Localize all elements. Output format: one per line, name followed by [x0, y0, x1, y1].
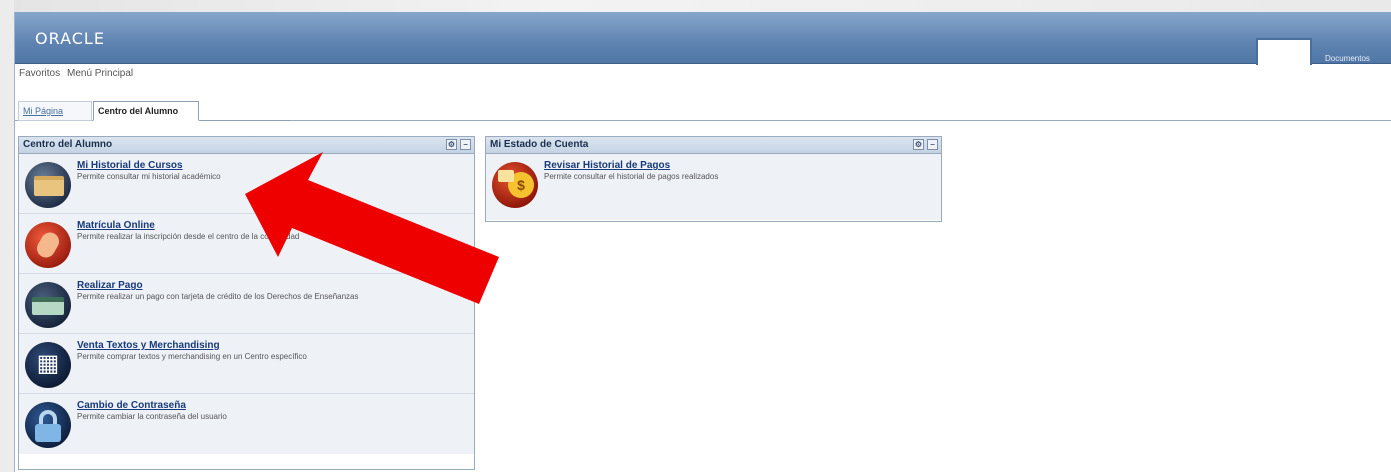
header-bar: ORACLE Documentos — [15, 12, 1391, 78]
list-item: Realizar Pago Permite realizar un pago c… — [19, 274, 474, 334]
list-item: ▦ Venta Textos y Merchandising Permite c… — [19, 334, 474, 394]
tab-mi-pagina[interactable]: Mi Página — [18, 101, 92, 121]
menu-principal[interactable]: Menú Principal — [67, 68, 133, 79]
item-link-cambio-contrasena[interactable]: Cambio de Contraseña — [77, 400, 186, 411]
pagelet-header: Centro del Alumno ⚙ − — [19, 137, 474, 154]
list-item: Matrícula Online Permite realizar la ins… — [19, 214, 474, 274]
item-desc: Permite cambiar la contraseña del usuari… — [77, 412, 227, 421]
pagelet-mi-estado-de-cuenta: Mi Estado de Cuenta ⚙ − $ Revisar Histor… — [485, 136, 942, 222]
item-desc: Permite consultar el historial de pagos … — [544, 172, 719, 181]
tab-divider — [200, 120, 290, 121]
oracle-logo: ORACLE — [35, 29, 105, 48]
tab-centro-del-alumno[interactable]: Centro del Alumno — [93, 101, 199, 121]
menu-row: Favoritos Menú Principal — [15, 65, 1391, 83]
pagelet-header: Mi Estado de Cuenta ⚙ − — [486, 137, 941, 154]
minimize-icon[interactable]: − — [460, 139, 471, 150]
item-desc: Permite comprar textos y merchandising e… — [77, 352, 307, 361]
list-item: Cambio de Contraseña Permite cambiar la … — [19, 394, 474, 454]
item-link-historial-pagos[interactable]: Revisar Historial de Pagos — [544, 160, 670, 171]
header-link[interactable]: Documentos — [1325, 54, 1370, 63]
item-link-realizar-pago[interactable]: Realizar Pago — [77, 280, 143, 291]
shopping-cart-icon[interactable]: ▦ — [25, 342, 71, 388]
pagelet-title: Mi Estado de Cuenta — [490, 139, 589, 150]
menu-favoritos[interactable]: Favoritos — [19, 68, 60, 79]
credit-card-icon[interactable] — [25, 282, 71, 328]
item-desc: Permite realizar la inscripción desde el… — [77, 232, 300, 241]
backdrop-left — [0, 0, 14, 472]
pagelet-title: Centro del Alumno — [23, 139, 113, 150]
mouse-icon[interactable] — [25, 222, 71, 268]
pagelet-centro-del-alumno: Centro del Alumno ⚙ − Mi Historial de Cu… — [18, 136, 475, 470]
lock-icon[interactable] — [25, 402, 71, 448]
item-link-venta-textos[interactable]: Venta Textos y Merchandising — [77, 340, 220, 351]
list-item: $ Revisar Historial de Pagos Permite con… — [486, 154, 941, 220]
minimize-icon[interactable]: − — [927, 139, 938, 150]
money-icon[interactable]: $ — [492, 162, 538, 208]
backdrop-top — [0, 0, 1391, 12]
tab-bar: Mi Página Centro del Alumno — [15, 83, 1391, 121]
settings-icon[interactable]: ⚙ — [913, 139, 924, 150]
item-link-historial-cursos[interactable]: Mi Historial de Cursos — [77, 160, 183, 171]
app-window: ORACLE Documentos Favoritos Menú Princip… — [14, 12, 1391, 472]
item-link-matricula-online[interactable]: Matrícula Online — [77, 220, 155, 231]
item-desc: Permite realizar un pago con tarjeta de … — [77, 292, 359, 301]
settings-icon[interactable]: ⚙ — [446, 139, 457, 150]
folder-icon[interactable] — [25, 162, 71, 208]
item-desc: Permite consultar mi historial académico — [77, 172, 221, 181]
list-item: Mi Historial de Cursos Permite consultar… — [19, 154, 474, 214]
